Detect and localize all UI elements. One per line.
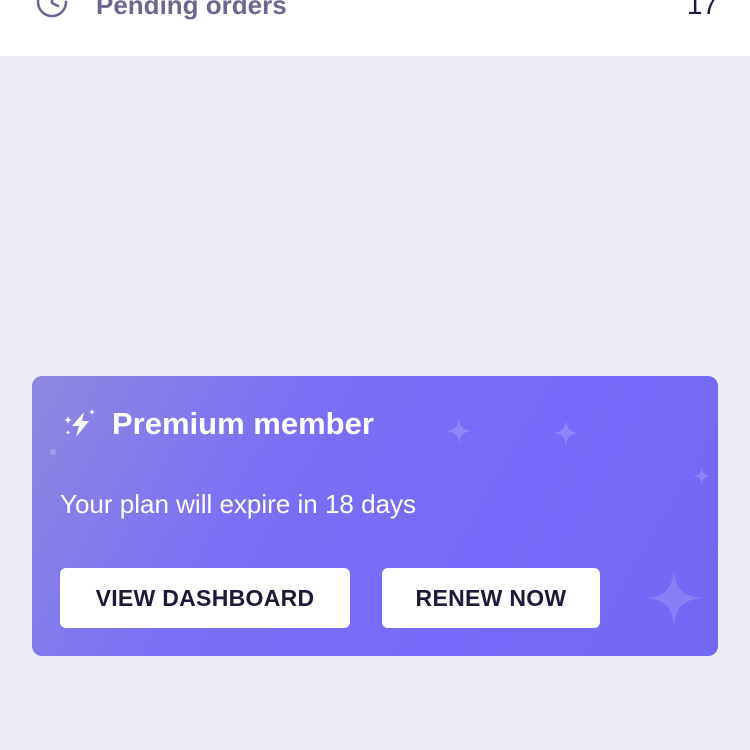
sparkle-icon xyxy=(553,420,579,446)
pending-orders-count: 17 xyxy=(686,0,718,20)
sparkle-icon xyxy=(693,467,711,485)
premium-card: Premium member Your plan will expire in … xyxy=(32,376,718,656)
sparkle-icon xyxy=(446,418,472,444)
premium-card-title: Premium member xyxy=(112,406,374,441)
clock-pending-icon xyxy=(34,0,70,20)
view-dashboard-button[interactable]: VIEW DASHBOARD xyxy=(60,568,350,628)
pending-orders-row[interactable]: Pending orders 17 xyxy=(0,0,750,56)
page: Pending orders 17 Premium member Your pl… xyxy=(0,0,750,750)
pending-orders-label: Pending orders xyxy=(96,0,287,20)
renew-now-button[interactable]: RENEW NOW xyxy=(382,568,600,628)
sparkle-dot-icon xyxy=(50,449,56,455)
lightning-sparkle-icon xyxy=(62,406,98,442)
plan-expiry-text: Your plan will expire in 18 days xyxy=(60,489,417,519)
sparkle-icon xyxy=(646,570,702,626)
